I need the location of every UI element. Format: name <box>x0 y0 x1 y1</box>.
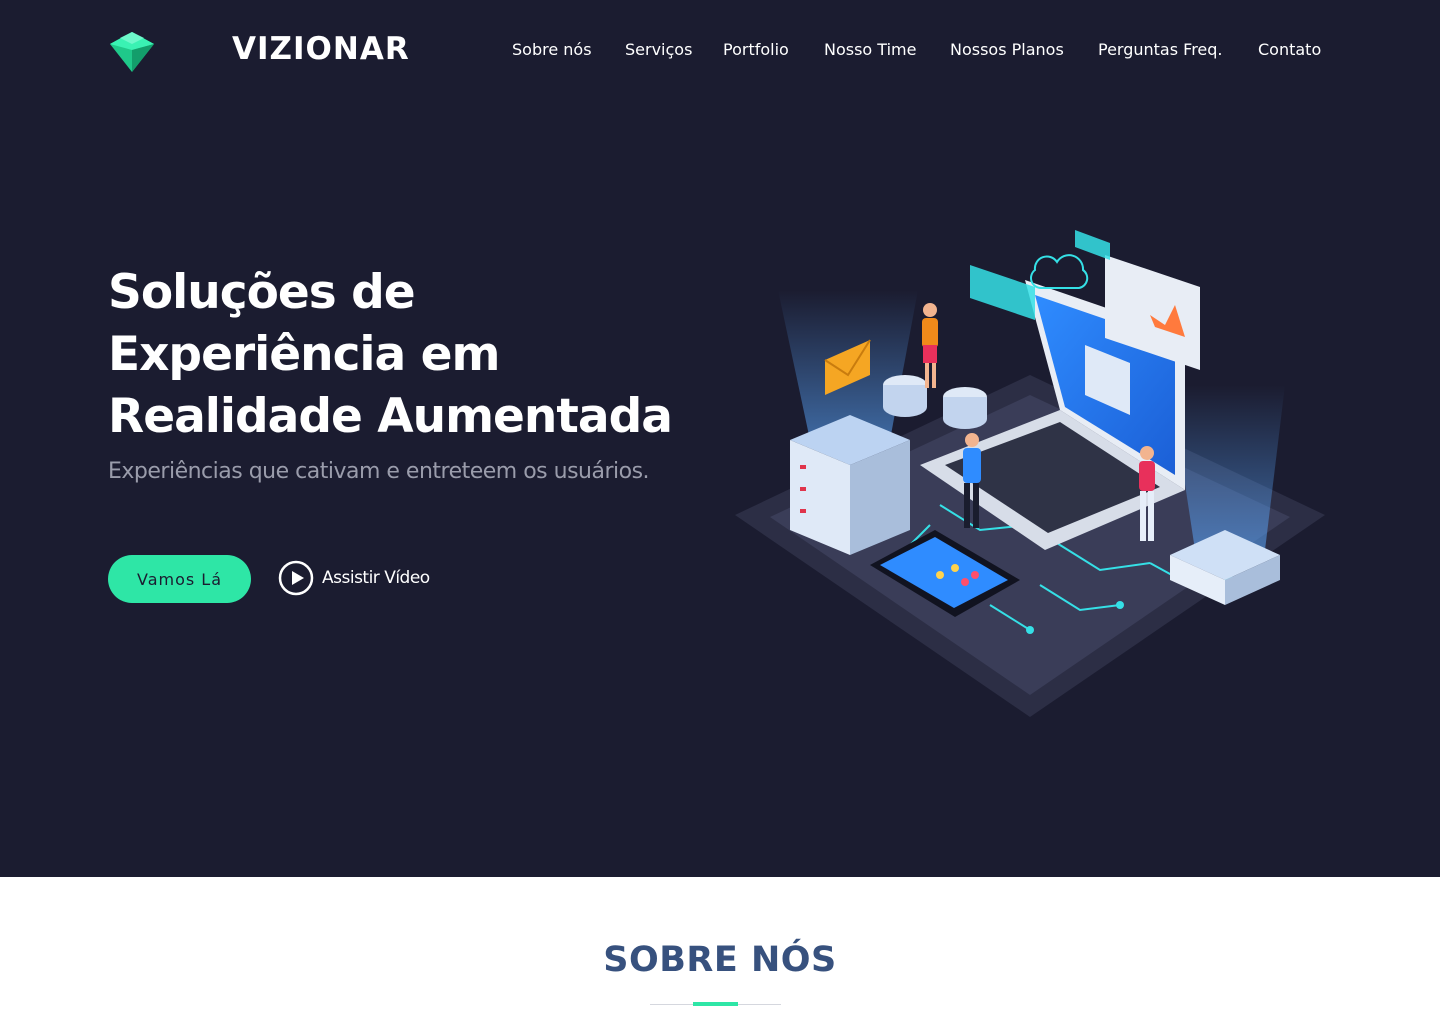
hero-title-line: Soluções de <box>108 265 416 320</box>
hero-title-line: Realidade Aumentada <box>108 389 673 444</box>
about-section-title: SOBRE NÓS <box>603 940 837 980</box>
nav-link-perguntas-freq[interactable]: Perguntas Freq. <box>1098 40 1223 59</box>
nav-link-servicos[interactable]: Serviços <box>625 40 692 59</box>
hero-title-line: Experiência em <box>108 327 500 382</box>
nav-link-nossos-planos[interactable]: Nossos Planos <box>950 40 1064 59</box>
nav-link-sobre-nos[interactable]: Sobre nós <box>512 40 592 59</box>
nav-link-nosso-time[interactable]: Nosso Time <box>824 40 916 59</box>
isometric-tech-illustration <box>735 230 1325 717</box>
hero-section: VIZIONAR Sobre nós Serviços Portfolio No… <box>0 0 1440 877</box>
section-divider-accent <box>693 1002 738 1006</box>
nav-link-contato[interactable]: Contato <box>1258 40 1321 59</box>
nav-link-portfolio[interactable]: Portfolio <box>723 40 789 59</box>
watch-video-button[interactable]: Assistir Vídeo <box>278 560 430 596</box>
hero-title: Soluções de Experiência em Realidade Aum… <box>108 262 708 448</box>
watch-video-label: Assistir Vídeo <box>322 568 430 588</box>
play-circle-icon <box>278 560 314 596</box>
main-nav: Sobre nós Serviços Portfolio Nosso Time … <box>0 40 1440 64</box>
hero-subtitle: Experiências que cativam e entreteem os … <box>108 459 650 484</box>
vamos-la-button[interactable]: Vamos Lá <box>108 555 251 603</box>
